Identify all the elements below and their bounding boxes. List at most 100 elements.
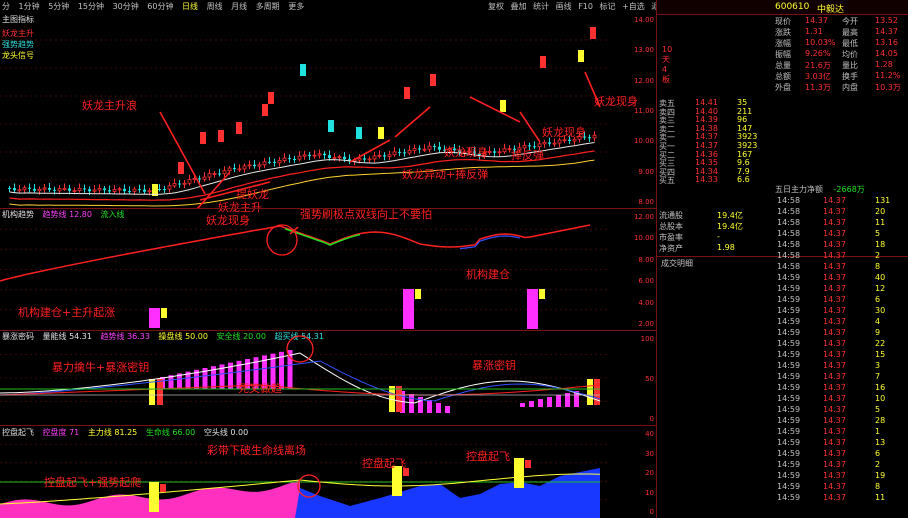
candle-down (433, 146, 436, 148)
toolbar-item[interactable]: 统计 (533, 2, 549, 11)
chart-area[interactable]: 分 1分钟 5分钟 15分钟 30分钟 60分钟 日线 周线 月线 多周期 更多… (0, 0, 672, 518)
candle-up (337, 156, 342, 159)
panel3-yaxis: 100 50 0 (618, 331, 654, 425)
signal-block (218, 130, 224, 142)
toolbar-item[interactable]: 15分钟 (78, 2, 104, 11)
stat-value: - (717, 232, 720, 241)
stat-label: 市盈率 (659, 233, 683, 242)
toolbar-item[interactable]: 月线 (231, 2, 247, 11)
toolbar-item[interactable]: 画线 (556, 2, 572, 11)
candle-up (207, 173, 212, 178)
candle-up (182, 182, 187, 185)
candle-down (363, 158, 366, 160)
candle-down (53, 189, 56, 191)
toolbar-item[interactable]: 标记 (600, 2, 616, 11)
candle-up (487, 150, 492, 153)
quote-value: 11.2% (875, 71, 901, 80)
tick-volume: 11 (875, 218, 886, 227)
toolbar-item[interactable]: 分 (2, 2, 10, 11)
toolbar-item[interactable]: 60分钟 (147, 2, 173, 11)
candle-down (83, 188, 86, 190)
quote-label: 最低 (842, 39, 858, 48)
detail-title: 成交明细 (661, 259, 693, 268)
candle-down (218, 173, 221, 175)
toolbar-item[interactable]: 更多 (288, 2, 304, 11)
tick-price: 14.37 (823, 372, 846, 381)
toolbar-item[interactable]: 日线 (182, 2, 198, 11)
toolbar-item[interactable]: 叠加 (511, 2, 527, 11)
tick-price: 14.37 (823, 273, 846, 282)
signal-block (578, 50, 584, 62)
quote-value: 10.3万 (875, 83, 901, 92)
surge-bar (445, 406, 450, 413)
quote-row: 现价 14.37 今开 13.52 (657, 16, 908, 27)
quote-value: 21.6万 (805, 61, 831, 70)
flow-value: -2668万 (833, 185, 865, 194)
candle-up (502, 148, 507, 153)
surge-bar (529, 401, 534, 407)
stat-row: 净资产 1.98 (657, 243, 773, 254)
highlight-circle (286, 335, 314, 363)
toolbar-item[interactable]: 复权 (488, 2, 504, 11)
toolbar-item[interactable]: 多周期 (256, 2, 280, 11)
board-tag: 10天 4板 (662, 45, 673, 84)
takeoff-flag (525, 460, 531, 468)
takeoff-bar (149, 482, 159, 512)
tick-volume: 18 (875, 240, 886, 249)
toolbar-item[interactable]: 周线 (207, 2, 223, 11)
annotation: 机构建仓+主升起涨 (18, 306, 116, 319)
tick-row: 14:58 14.37 20 (775, 207, 908, 218)
tick-volume: 9 (875, 328, 881, 337)
tick-price: 14.37 (823, 218, 846, 227)
quote-value: 14.37 (805, 16, 828, 25)
toolbar-item[interactable]: 30分钟 (113, 2, 139, 11)
annotation: 死叉做趋 (238, 382, 282, 395)
tick-row: 14:59 14.37 8 (775, 482, 908, 493)
control-chart[interactable] (0, 426, 656, 518)
candle-up (167, 185, 172, 190)
toolbar-item[interactable]: 1分钟 (19, 2, 40, 11)
toolbar-item[interactable]: F10 (578, 2, 593, 11)
tick-time: 14:59 (777, 284, 801, 293)
candle-down (343, 156, 346, 160)
stat-label: 总股本 (659, 222, 683, 231)
candle-down (28, 187, 31, 189)
y-tick-label: 8.00 (638, 198, 654, 206)
tick-row: 14:59 14.37 15 (775, 350, 908, 361)
y-tick-label: 13.00 (633, 46, 654, 55)
tick-volume: 22 (875, 339, 886, 348)
tick-time: 14:59 (777, 339, 801, 348)
candle-up (497, 151, 502, 154)
candle-up (332, 157, 337, 160)
signal-block (430, 74, 436, 86)
tick-volume: 13 (875, 438, 886, 447)
candle-down (48, 187, 51, 190)
candle-down (403, 152, 406, 154)
tick-price: 14.37 (823, 438, 846, 447)
quote-row: 总量 21.6万 量比 1.28 (657, 60, 908, 71)
candle-down (233, 168, 236, 170)
candle-up (187, 179, 192, 184)
signal-block (500, 100, 506, 112)
surge-chart[interactable] (0, 331, 656, 425)
candle-down (493, 151, 496, 153)
candle-up (317, 153, 322, 156)
tick-time: 14:59 (777, 438, 801, 447)
y-tick-label: 9.00 (638, 167, 654, 176)
y-tick-label: 6.00 (638, 277, 654, 286)
y-tick-label: 10.00 (633, 234, 654, 243)
tick-volume: 8 (875, 262, 881, 271)
institution-flag (415, 289, 421, 299)
toolbar-item[interactable]: +自选 (622, 2, 645, 11)
candle-up (37, 188, 42, 192)
signal-block (200, 132, 206, 144)
tick-row: 14:58 14.37 11 (775, 218, 908, 229)
tick-row: 14:59 14.37 13 (775, 438, 908, 449)
annotation: 妖龙现身 (542, 126, 586, 139)
candle-up (62, 188, 67, 190)
candle-up (312, 154, 317, 157)
toolbar-item[interactable]: 5分钟 (48, 2, 69, 11)
order-label: 买五 (659, 176, 675, 186)
candle-up (377, 154, 382, 157)
y-tick-label: 14.00 (633, 16, 654, 24)
